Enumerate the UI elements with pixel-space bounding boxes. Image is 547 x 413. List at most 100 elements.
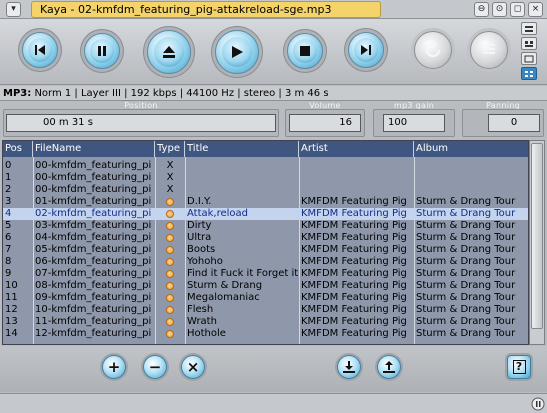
missing-type-icon: X bbox=[166, 160, 174, 171]
playlist-row[interactable]: 3 01-kmfdm_featuring_pi D.I.Y. KMFDM Featur… bbox=[3, 196, 528, 208]
clear-playlist-button[interactable]: × bbox=[181, 355, 205, 379]
cell-artist: KMFDM Featuring Pig bbox=[301, 328, 407, 339]
playlist-row[interactable]: 12 10-kmfdm_featuring_pi Flesh KMFDM Featur… bbox=[3, 304, 528, 316]
playlist-row[interactable]: 2 00-kmfdm_featuring_pi X bbox=[3, 184, 528, 196]
cell-pos: 12 bbox=[5, 304, 18, 315]
close-icon[interactable]: × bbox=[528, 2, 543, 17]
cell-file: 04-kmfdm_featuring_pi bbox=[35, 232, 152, 243]
window-title: Kaya - 02-kmfdm_featuring_pig-attakreloa… bbox=[31, 1, 381, 18]
cell-pos: 4 bbox=[5, 208, 12, 219]
column-header-artist[interactable]: Artist bbox=[299, 141, 414, 157]
remove-track-button[interactable]: − bbox=[143, 355, 167, 379]
playlist-row[interactable]: 11 09-kmfdm_featuring_pi Megalomaniac KMFDM… bbox=[3, 292, 528, 304]
column-header-album[interactable]: Album bbox=[414, 141, 528, 157]
cell-album bbox=[414, 160, 528, 172]
cell-pos: 10 bbox=[5, 280, 18, 291]
audio-type-icon bbox=[155, 220, 185, 232]
help-icon: ? bbox=[512, 360, 526, 374]
playlist-row[interactable]: 1 00-kmfdm_featuring_pi X bbox=[3, 172, 528, 184]
repeat-button[interactable] bbox=[414, 31, 452, 69]
eject-button[interactable] bbox=[147, 30, 191, 74]
load-playlist-button[interactable] bbox=[337, 355, 361, 379]
cell-file: 03-kmfdm_featuring_pi bbox=[35, 220, 152, 231]
cell-album: Sturm & Drang Tour bbox=[416, 220, 516, 231]
audio-type-icon bbox=[155, 280, 185, 292]
playlist-header: Pos FileName Type Title Artist Album bbox=[3, 141, 528, 157]
status-bar bbox=[0, 393, 547, 413]
pause-button[interactable] bbox=[84, 33, 120, 69]
playlist-row[interactable]: 10 08-kmfdm_featuring_pi Sturm & Drang KMFD… bbox=[3, 280, 528, 292]
cell-album: Sturm & Drang Tour bbox=[416, 280, 516, 291]
transport-toolbar bbox=[0, 19, 547, 85]
view-mode-4-icon[interactable] bbox=[521, 67, 537, 80]
window-menu-icon[interactable]: ▾ bbox=[6, 2, 21, 17]
audio-type-icon bbox=[155, 196, 185, 208]
stream-info-bar: MP3: Norm 1 | Layer III | 192 kbps | 441… bbox=[0, 86, 547, 101]
cell-pos: 8 bbox=[5, 256, 12, 267]
column-header-type[interactable]: Type bbox=[155, 141, 185, 157]
playlist-row[interactable]: 14 12-kmfdm_featuring_pi Hothole KMFDM Feat… bbox=[3, 328, 528, 340]
cell-title: Attak,reload bbox=[187, 208, 249, 219]
cell-file: 06-kmfdm_featuring_pi bbox=[35, 256, 152, 267]
cell-pos: 1 bbox=[5, 172, 12, 183]
view-mode-3-icon[interactable] bbox=[521, 52, 537, 65]
missing-type-icon: X bbox=[166, 184, 174, 195]
cell-album: Sturm & Drang Tour bbox=[416, 256, 516, 267]
playlist-row[interactable]: 9 07-kmfdm_featuring_pi Find it Fuck it Fo… bbox=[3, 268, 528, 280]
column-header-filename[interactable]: FileName bbox=[33, 141, 155, 157]
cell-file: 05-kmfdm_featuring_pi bbox=[35, 244, 152, 255]
playlist-actions: + − × ? bbox=[0, 346, 547, 392]
playlist-row[interactable]: 8 06-kmfdm_featuring_pi Yohoho KMFDM Featur… bbox=[3, 256, 528, 268]
playlist-scrollbar[interactable] bbox=[529, 140, 545, 345]
cell-file: 11-kmfdm_featuring_pi bbox=[35, 316, 152, 327]
shade-icon[interactable]: ⊙ bbox=[492, 2, 507, 17]
next-icon bbox=[361, 45, 371, 55]
scrollbar-thumb[interactable] bbox=[531, 143, 543, 329]
playlist-row[interactable]: 4 02-kmfdm_featuring_pi Attak,reload KMFDM … bbox=[3, 208, 528, 220]
help-button[interactable]: ? bbox=[507, 355, 531, 379]
playlist-row[interactable]: 5 03-kmfdm_featuring_pi Dirty KMFDM Featuri… bbox=[3, 220, 528, 232]
cell-title: Boots bbox=[187, 244, 216, 255]
cell-file: 00-kmfdm_featuring_pi bbox=[35, 160, 152, 171]
gain-field[interactable]: 100 bbox=[383, 114, 445, 132]
column-header-title[interactable]: Title bbox=[185, 141, 299, 157]
cell-artist: KMFDM Featuring Pig bbox=[301, 268, 407, 279]
cell-file: 00-kmfdm_featuring_pi bbox=[35, 172, 152, 183]
cell-title: Find it Fuck it Forget it bbox=[187, 268, 299, 279]
cell-album: Sturm & Drang Tour bbox=[416, 292, 516, 303]
column-header-pos[interactable]: Pos bbox=[3, 141, 33, 157]
audio-type-icon bbox=[155, 304, 185, 316]
playlist-row[interactable]: 6 04-kmfdm_featuring_pi Ultra KMFDM Featuri… bbox=[3, 232, 528, 244]
playlist-toggle-button[interactable] bbox=[470, 31, 508, 69]
view-mode-2-icon[interactable] bbox=[521, 37, 537, 50]
playlist-row[interactable]: 7 05-kmfdm_featuring_pi Boots KMFDM Featuri… bbox=[3, 244, 528, 256]
resize-grip-icon[interactable] bbox=[531, 397, 545, 411]
cell-title: Yohoho bbox=[187, 256, 223, 267]
cell-artist: KMFDM Featuring Pig bbox=[301, 280, 407, 291]
audio-type-icon bbox=[155, 256, 185, 268]
minimize-icon[interactable]: ⊖ bbox=[474, 2, 489, 17]
save-playlist-button[interactable] bbox=[377, 355, 401, 379]
cell-artist: KMFDM Featuring Pig bbox=[301, 244, 407, 255]
cell-title: Wrath bbox=[187, 316, 217, 327]
cell-file: 12-kmfdm_featuring_pi bbox=[35, 328, 152, 339]
view-mode-1-icon[interactable] bbox=[521, 22, 537, 35]
stop-icon bbox=[300, 46, 310, 56]
maximize-icon[interactable]: ◻ bbox=[510, 2, 525, 17]
playlist-row[interactable]: 13 11-kmfdm_featuring_pi Wrath KMFDM Featur… bbox=[3, 316, 528, 328]
stop-button[interactable] bbox=[287, 33, 323, 69]
cell-file: 09-kmfdm_featuring_pi bbox=[35, 292, 152, 303]
cell-pos: 11 bbox=[5, 292, 18, 303]
volume-field[interactable]: 16 bbox=[289, 114, 361, 132]
panning-panel: Panning 0 bbox=[462, 101, 544, 139]
previous-button[interactable] bbox=[22, 32, 58, 68]
cell-file: 01-kmfdm_featuring_pi bbox=[35, 196, 152, 207]
panning-field[interactable]: 0 bbox=[488, 114, 540, 132]
play-button[interactable] bbox=[215, 30, 259, 74]
cell-artist: KMFDM Featuring Pig bbox=[301, 304, 407, 315]
list-icon bbox=[483, 44, 495, 54]
playlist-row[interactable]: 0 00-kmfdm_featuring_pi X bbox=[3, 160, 528, 172]
position-field[interactable]: 00 m 31 s bbox=[6, 114, 276, 132]
next-button[interactable] bbox=[348, 32, 384, 68]
add-track-button[interactable]: + bbox=[102, 355, 126, 379]
